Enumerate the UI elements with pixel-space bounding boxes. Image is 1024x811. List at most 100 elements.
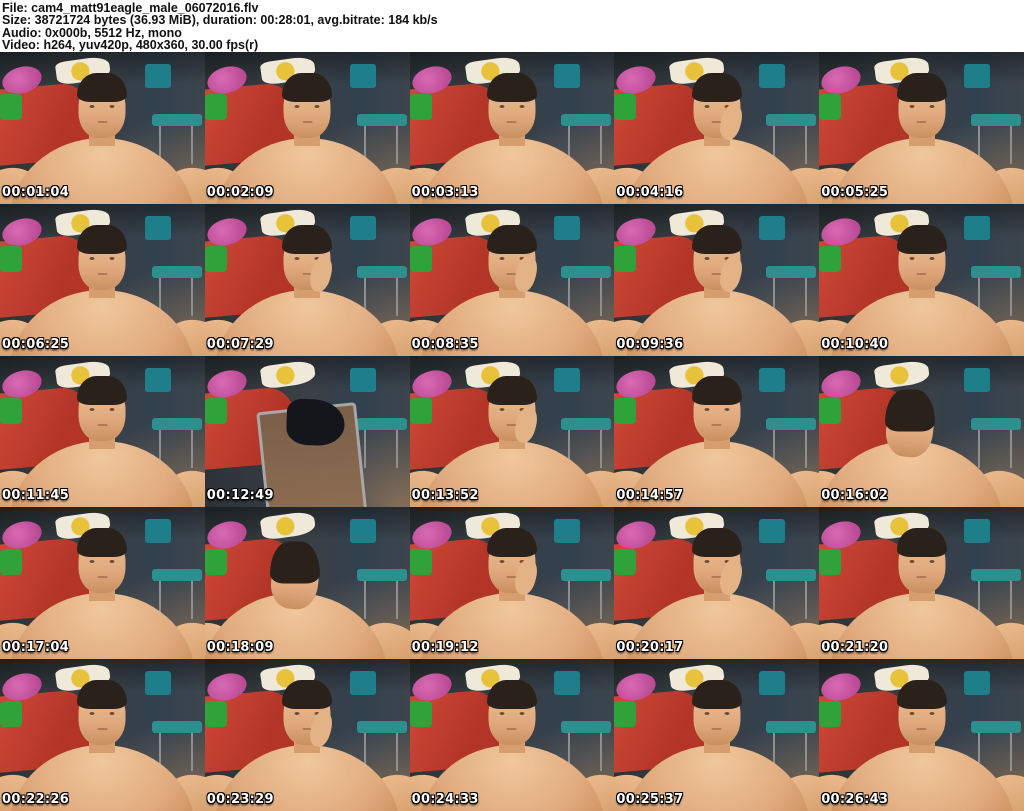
thumbnail-grid: 00:01:04 00:02:09 00:03:13 00:04:16 00:0… (0, 52, 1024, 811)
video-thumbnail: 00:11:45 (0, 355, 205, 508)
thumbnail-image (614, 355, 820, 508)
person-figure (819, 356, 1024, 508)
person-figure (409, 659, 615, 811)
timestamp-overlay: 00:21:20 (821, 640, 889, 656)
thumbnail-image (204, 659, 410, 811)
timestamp-overlay: 00:18:09 (206, 640, 274, 656)
timestamp-overlay: 00:13:52 (411, 488, 479, 504)
timestamp-overlay: 00:02:09 (206, 184, 274, 200)
thumbnail-image (204, 203, 410, 356)
hair-shape (896, 224, 947, 254)
person-figure (0, 356, 205, 508)
person-figure (614, 52, 820, 204)
video-thumbnail: 00:25:37 (614, 659, 820, 811)
hair-shape (77, 528, 128, 558)
video-thumbnail: 00:17:04 (0, 507, 205, 660)
hair-shape (896, 528, 947, 558)
file-info-header: File: cam4_matt91eagle_male_06072016.flv… (0, 0, 1024, 52)
video-thumbnail: 00:08:35 (409, 203, 615, 356)
thumbnail-image (819, 659, 1024, 811)
thumbnail-image (819, 507, 1024, 660)
person-figure (0, 52, 205, 204)
video-thumbnail: 00:26:43 (819, 659, 1024, 811)
person-figure (0, 204, 205, 356)
timestamp-overlay: 00:09:36 (616, 336, 684, 352)
thumbnail-image (819, 52, 1024, 204)
video-thumbnail: 00:09:36 (614, 203, 820, 356)
hair-shape (691, 680, 742, 709)
person-figure (614, 204, 820, 356)
thumbnail-image (614, 659, 820, 811)
hair-shape (282, 680, 333, 709)
timestamp-overlay: 00:08:35 (411, 336, 479, 352)
thumbnail-image (0, 659, 205, 811)
timestamp-overlay: 00:16:02 (821, 488, 889, 504)
file-info-line: Video: h264, yuv420p, 480x360, 30.00 fps… (2, 37, 259, 52)
person-figure (409, 52, 615, 204)
thumbnail-image (409, 507, 615, 660)
timestamp-overlay: 00:22:26 (2, 792, 70, 807)
thumbnail-image (819, 203, 1024, 356)
person-figure (614, 356, 820, 508)
hair-shape (691, 528, 742, 558)
video-thumbnail: 00:21:20 (819, 507, 1024, 660)
video-thumbnail: 00:18:09 (204, 507, 410, 660)
file-info-line: Size: 38721724 bytes (36.93 MiB), durati… (2, 13, 438, 28)
thumbnail-image (614, 52, 820, 204)
person-figure (409, 507, 615, 660)
video-thumbnail: 00:04:16 (614, 52, 820, 204)
thumbnail-image (614, 507, 820, 660)
contact-sheet: File: cam4_matt91eagle_male_06072016.flv… (0, 0, 1024, 811)
video-thumbnail: 00:20:17 (614, 507, 820, 660)
thumbnail-image (0, 52, 205, 204)
hair-shape (486, 224, 537, 254)
person-figure (614, 659, 820, 811)
hair-shape (884, 389, 935, 432)
person-figure (409, 204, 615, 356)
timestamp-overlay: 00:05:25 (821, 184, 889, 200)
person-figure (614, 507, 820, 660)
thumbnail-image (0, 203, 205, 356)
person-figure (204, 52, 410, 204)
person-figure (409, 356, 615, 508)
video-thumbnail: 00:12:49 (204, 355, 410, 508)
hair-shape (691, 376, 742, 406)
hair-shape (896, 72, 947, 102)
timestamp-overlay: 00:14:57 (616, 488, 684, 504)
video-thumbnail: 00:06:25 (0, 203, 205, 356)
thumbnail-image (409, 52, 615, 204)
person-figure (0, 507, 205, 660)
hair-shape (486, 376, 537, 406)
video-thumbnail: 00:19:12 (409, 507, 615, 660)
timestamp-overlay: 00:26:43 (821, 792, 889, 807)
thumbnail-image (204, 52, 410, 204)
person-figure (819, 52, 1024, 204)
thumbnail-image (409, 203, 615, 356)
video-thumbnail: 00:01:04 (0, 52, 205, 204)
white-pillow-shape (259, 358, 317, 390)
timestamp-overlay: 00:04:16 (616, 184, 684, 200)
video-thumbnail: 00:03:13 (409, 52, 615, 204)
thumbnail-image (409, 355, 615, 508)
hair-shape (896, 680, 947, 709)
timestamp-overlay: 00:25:37 (616, 792, 684, 807)
video-thumbnail: 00:16:02 (819, 355, 1024, 508)
timestamp-overlay: 00:23:29 (206, 792, 274, 807)
thumbnail-image (409, 659, 615, 811)
timestamp-overlay: 00:12:49 (206, 488, 274, 504)
thumbnail-image (819, 355, 1024, 508)
video-thumbnail: 00:24:33 (409, 659, 615, 811)
video-thumbnail: 00:02:09 (204, 52, 410, 204)
video-thumbnail: 00:07:29 (204, 203, 410, 356)
hair-shape (282, 72, 333, 102)
video-thumbnail: 00:05:25 (819, 52, 1024, 204)
person-figure (204, 659, 410, 811)
hair-shape (270, 541, 321, 584)
video-thumbnail: 00:23:29 (204, 659, 410, 811)
timestamp-overlay: 00:01:04 (2, 184, 70, 200)
timestamp-overlay: 00:20:17 (616, 640, 684, 656)
video-thumbnail: 00:10:40 (819, 203, 1024, 356)
thumbnail-image (0, 355, 205, 508)
hair-shape (77, 72, 128, 102)
person-figure (0, 659, 205, 811)
